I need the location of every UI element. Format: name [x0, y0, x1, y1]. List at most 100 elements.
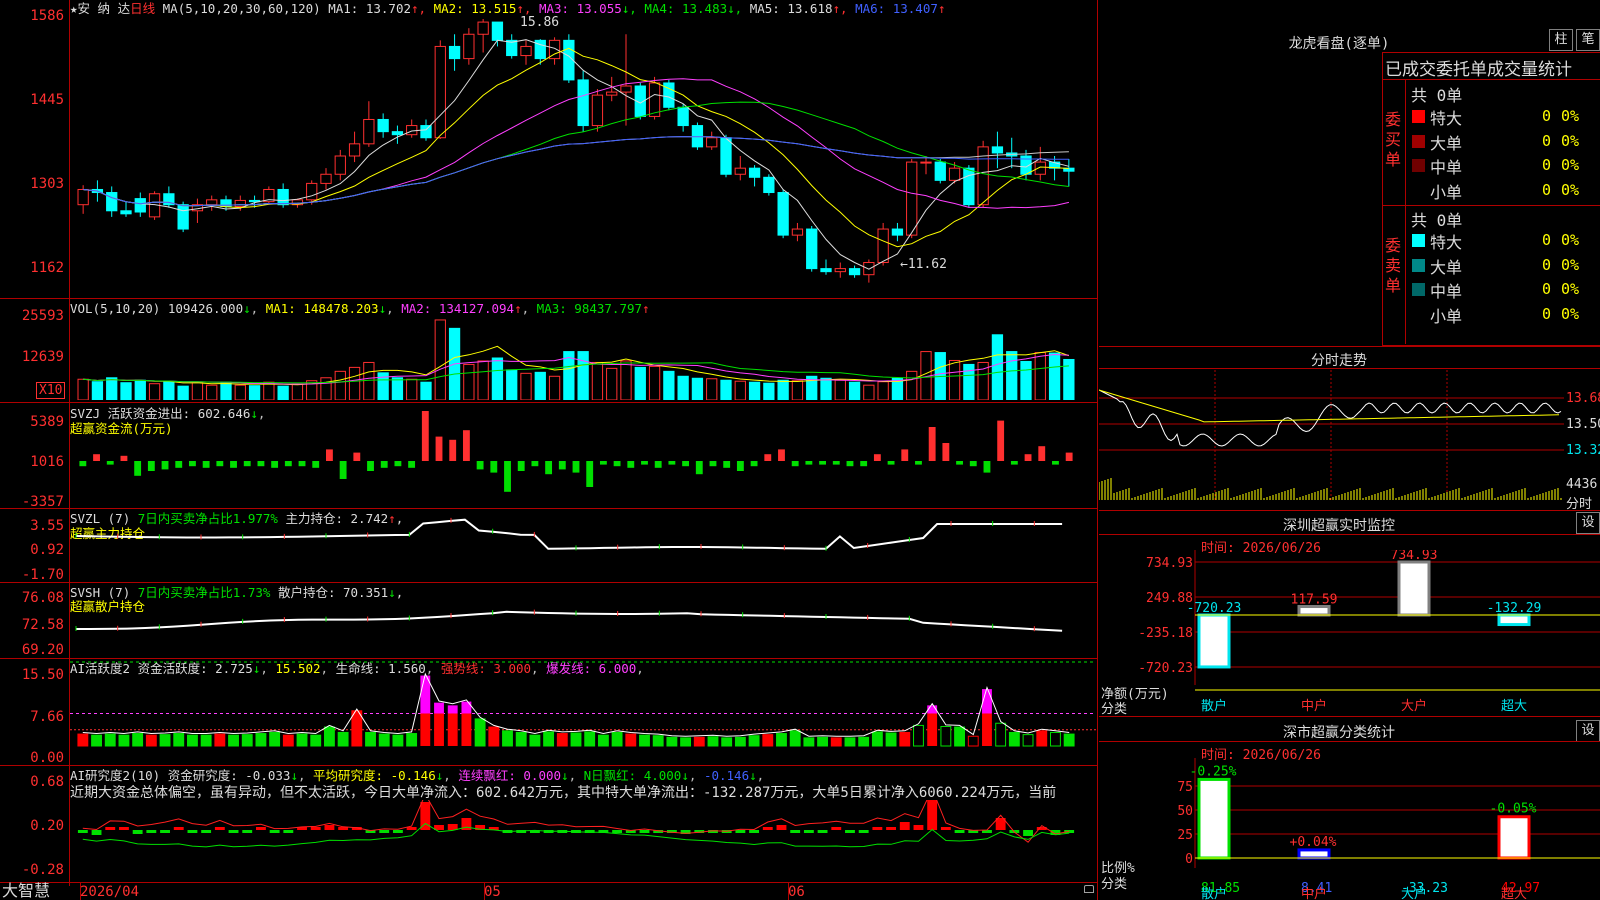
sz-class-settings-button[interactable]: 设 — [1576, 720, 1600, 742]
ai-active-bar — [434, 713, 444, 746]
volume-bar — [563, 351, 575, 400]
volume-chart[interactable] — [70, 316, 1096, 400]
chart-area[interactable]: ★安 纳 达日线 MA(5,10,20,30,60,120) MA1: 13.7… — [0, 0, 1098, 900]
sz-monitor-axis-label: -235.18 — [1138, 626, 1193, 641]
buy-percent: 0% — [1561, 180, 1580, 199]
svzl-chart[interactable] — [70, 510, 1096, 582]
candle — [106, 186, 118, 217]
ai-research-bar — [612, 830, 623, 833]
buy-color-swatch — [1412, 134, 1425, 148]
volume-bar — [948, 359, 961, 400]
volume-bar — [220, 381, 232, 400]
sz-monitor-xtitle: 分类 — [1101, 702, 1128, 717]
volume-bar — [577, 351, 589, 400]
sell-total: 共 0单 — [1411, 211, 1463, 230]
intraday-vol-label: 4436 — [1566, 477, 1598, 492]
candlestick-chart[interactable]: 15.86 ←11.62 — [70, 16, 1096, 296]
ai-active-bar — [1036, 730, 1048, 747]
ai-active-bar — [913, 724, 924, 747]
ai-active-bar — [392, 734, 404, 747]
vol-value: 109426.000 — [167, 301, 244, 316]
candle — [377, 113, 389, 138]
ai-active-bar — [570, 732, 582, 747]
ai-research-bar — [803, 830, 814, 833]
dragon-header: 已成交委托单成交量统计 — [1385, 60, 1572, 80]
volume-bar — [334, 370, 346, 400]
volume-bar — [463, 363, 475, 400]
candle — [963, 165, 975, 208]
svzj-bar — [723, 461, 731, 468]
ai-research-bar — [872, 827, 883, 830]
ai-active-bar — [844, 737, 856, 747]
volume-bar — [763, 382, 775, 400]
sz-monitor-bar — [1197, 613, 1231, 669]
ai-active-bar — [145, 734, 157, 747]
svzj-bar — [873, 454, 881, 461]
sz-class-change-label: +0.04% — [1290, 835, 1337, 850]
ai-research-name: AI研究度2(10) — [70, 768, 161, 783]
vol-arrow: ↓ — [243, 301, 251, 316]
sz-class-chart[interactable]: 755025081.85-0.25%散户 8.41+0.04%中户 -33.23大户… — [1099, 758, 1600, 900]
ai-active-bar — [871, 731, 883, 747]
ai-active-bar — [214, 733, 226, 747]
volume-bar — [663, 370, 675, 400]
buy-type: 特大 — [1430, 109, 1463, 128]
ai-active-bar — [597, 734, 609, 747]
ai-research-bar — [406, 827, 417, 830]
intraday-chart[interactable] — [1099, 370, 1564, 510]
ai-active-bar — [351, 710, 363, 747]
candle — [577, 70, 589, 132]
candle — [691, 122, 704, 150]
ai-active-bar — [200, 734, 212, 747]
candle — [448, 34, 461, 71]
ai-active-bar — [666, 736, 678, 747]
candle — [806, 226, 818, 272]
volume-bar — [520, 372, 532, 400]
svsh-line — [76, 610, 1063, 632]
svzj-bar — [709, 461, 717, 467]
ai-research-chart[interactable] — [70, 800, 1096, 882]
stock-name: 安 纳 达 — [77, 1, 131, 16]
bar-mode-button[interactable]: 柱 — [1549, 29, 1573, 51]
svsh-chart[interactable] — [70, 584, 1096, 658]
sz-monitor-axis-label: 734.93 — [1146, 556, 1193, 571]
volume-bar — [1034, 352, 1046, 400]
ai-active-bar — [748, 735, 760, 747]
volume-bar — [634, 366, 646, 400]
sz-class-xtitle: 分类 — [1101, 877, 1128, 892]
ai-active-chart[interactable] — [70, 660, 1096, 764]
tick-mode-button[interactable]: 笔 — [1576, 29, 1600, 51]
svzj-chart[interactable] — [70, 404, 1096, 508]
svzj-bar — [312, 461, 320, 468]
sz-class-axis-label: 50 — [1177, 804, 1193, 819]
volume-bar — [320, 377, 332, 400]
svzj-bar — [449, 439, 457, 461]
price-axis-4: 1162 — [30, 260, 64, 276]
svzj-bar — [627, 461, 635, 468]
sz-class-bar — [1197, 777, 1231, 860]
svsh-axis-3: 69.20 — [21, 642, 64, 658]
ma-line-1 — [83, 39, 1070, 270]
ma-line-5 — [83, 136, 1069, 207]
volume-bar — [820, 377, 832, 400]
period-label[interactable]: 日线 — [130, 1, 155, 16]
ai-active-axis-1: 15.50 — [21, 667, 64, 683]
sell-order-label: 委卖单 — [1385, 236, 1402, 295]
candle — [763, 174, 775, 196]
ai-research-bar — [899, 822, 910, 830]
sell-percent: 0% — [1561, 304, 1580, 323]
candle — [663, 79, 675, 111]
ai-active-bar — [365, 731, 376, 747]
ai-active-bar — [762, 734, 774, 747]
sz-monitor-chart[interactable]: 734.93249.88-235.18-720.23-720.23散户117.5… — [1099, 550, 1600, 715]
ai-active-bar — [228, 734, 239, 747]
sz-monitor-settings-button[interactable]: 设 — [1576, 512, 1600, 534]
svzj-bar — [490, 461, 498, 473]
ai-research-arrow3: ↓ — [561, 768, 569, 783]
lock-icon[interactable] — [1084, 885, 1094, 893]
sz-class-category: 中户 — [1301, 886, 1327, 900]
ai-active-bar — [817, 736, 829, 747]
svzj-axis-2: 1016 — [30, 454, 64, 470]
volume-bar — [691, 377, 704, 400]
sz-class-category: 大户 — [1401, 886, 1427, 900]
